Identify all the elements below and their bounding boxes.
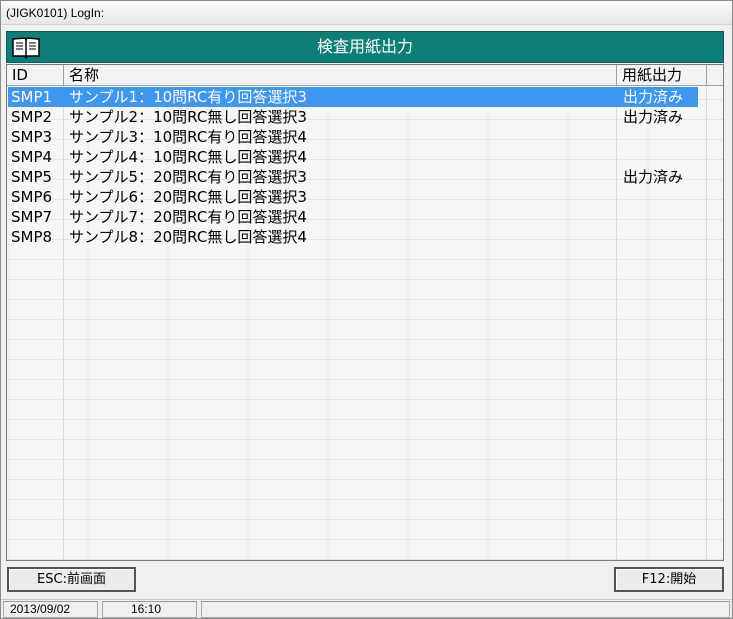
row-id: SMP6 — [11, 188, 53, 206]
grid-column-divider — [706, 65, 707, 560]
table-row[interactable]: SMP2 サンプル2：10問RC無し回答選択3 出力済み — [8, 107, 698, 127]
table-row[interactable]: SMP6 サンプル6：20問RC無し回答選択3 — [8, 187, 698, 207]
row-name: サンプル7：20問RC有り回答選択4 — [69, 208, 307, 226]
row-id: SMP8 — [11, 228, 53, 246]
column-header-filler — [707, 65, 723, 85]
column-header-name[interactable]: 名称 — [64, 65, 617, 85]
row-id: SMP2 — [11, 108, 53, 126]
grid-header: ID 名称 用紙出力 — [7, 65, 723, 86]
row-name: サンプル8：20問RC無し回答選択4 — [69, 228, 307, 246]
row-print-status: 出力済み — [623, 88, 684, 106]
column-header-print-status[interactable]: 用紙出力 — [617, 65, 707, 85]
table-row[interactable]: SMP8 サンプル8：20問RC無し回答選択4 — [8, 227, 698, 247]
table-row[interactable]: SMP1 サンプル1：10問RC有り回答選択3 出力済み — [8, 87, 698, 107]
status-date: 2013/09/02 — [3, 601, 98, 618]
row-print-status — [623, 147, 699, 167]
screen-title: 検査用紙出力 — [316, 37, 413, 56]
row-name: サンプル6：20問RC無し回答選択3 — [69, 188, 307, 206]
table-row[interactable]: SMP7 サンプル7：20問RC有り回答選択4 — [8, 207, 698, 227]
main-window: (JIGK0101) LogIn: 検査用紙出力 ID 名称 用紙出力 SMP1 — [0, 0, 733, 619]
row-print-status — [623, 187, 699, 207]
row-id: SMP4 — [11, 148, 53, 166]
row-id: SMP7 — [11, 208, 53, 226]
screen-banner: 検査用紙出力 — [6, 31, 724, 63]
table-row[interactable]: SMP4 サンプル4：10問RC無し回答選択4 — [8, 147, 698, 167]
row-print-status: 出力済み — [623, 168, 684, 186]
row-print-status — [623, 207, 699, 227]
esc-back-button[interactable]: ESC:前画面 — [7, 567, 136, 592]
window-title: (JIGK0101) LogIn: — [6, 6, 105, 20]
row-id: SMP3 — [11, 128, 53, 146]
column-header-id[interactable]: ID — [7, 65, 64, 85]
row-name: サンプル2：10問RC無し回答選択3 — [69, 108, 307, 126]
table-row[interactable]: SMP3 サンプル3：10問RC有り回答選択4 — [8, 127, 698, 147]
table-row[interactable]: SMP5 サンプル5：20問RC有り回答選択3 出力済み — [8, 167, 698, 187]
row-print-status — [623, 127, 699, 147]
status-time: 16:10 — [102, 601, 197, 618]
row-print-status: 出力済み — [623, 108, 684, 126]
row-name: サンプル5：20問RC有り回答選択3 — [69, 168, 307, 186]
f12-start-button[interactable]: F12:開始 — [614, 567, 724, 592]
row-print-status — [623, 227, 699, 247]
status-bar: 2013/09/02 16:10 — [1, 599, 732, 619]
row-id: SMP1 — [11, 88, 53, 106]
row-id: SMP5 — [11, 168, 53, 186]
sample-list-grid[interactable]: ID 名称 用紙出力 SMP1 サンプル1：10問RC有り回答選択3 出力済み … — [6, 64, 724, 561]
row-name: サンプル1：10問RC有り回答選択3 — [69, 88, 307, 106]
row-name: サンプル3：10問RC有り回答選択4 — [69, 128, 307, 146]
status-message — [201, 601, 730, 618]
window-title-bar: (JIGK0101) LogIn: — [1, 1, 732, 25]
row-name: サンプル4：10問RC無し回答選択4 — [69, 148, 307, 166]
